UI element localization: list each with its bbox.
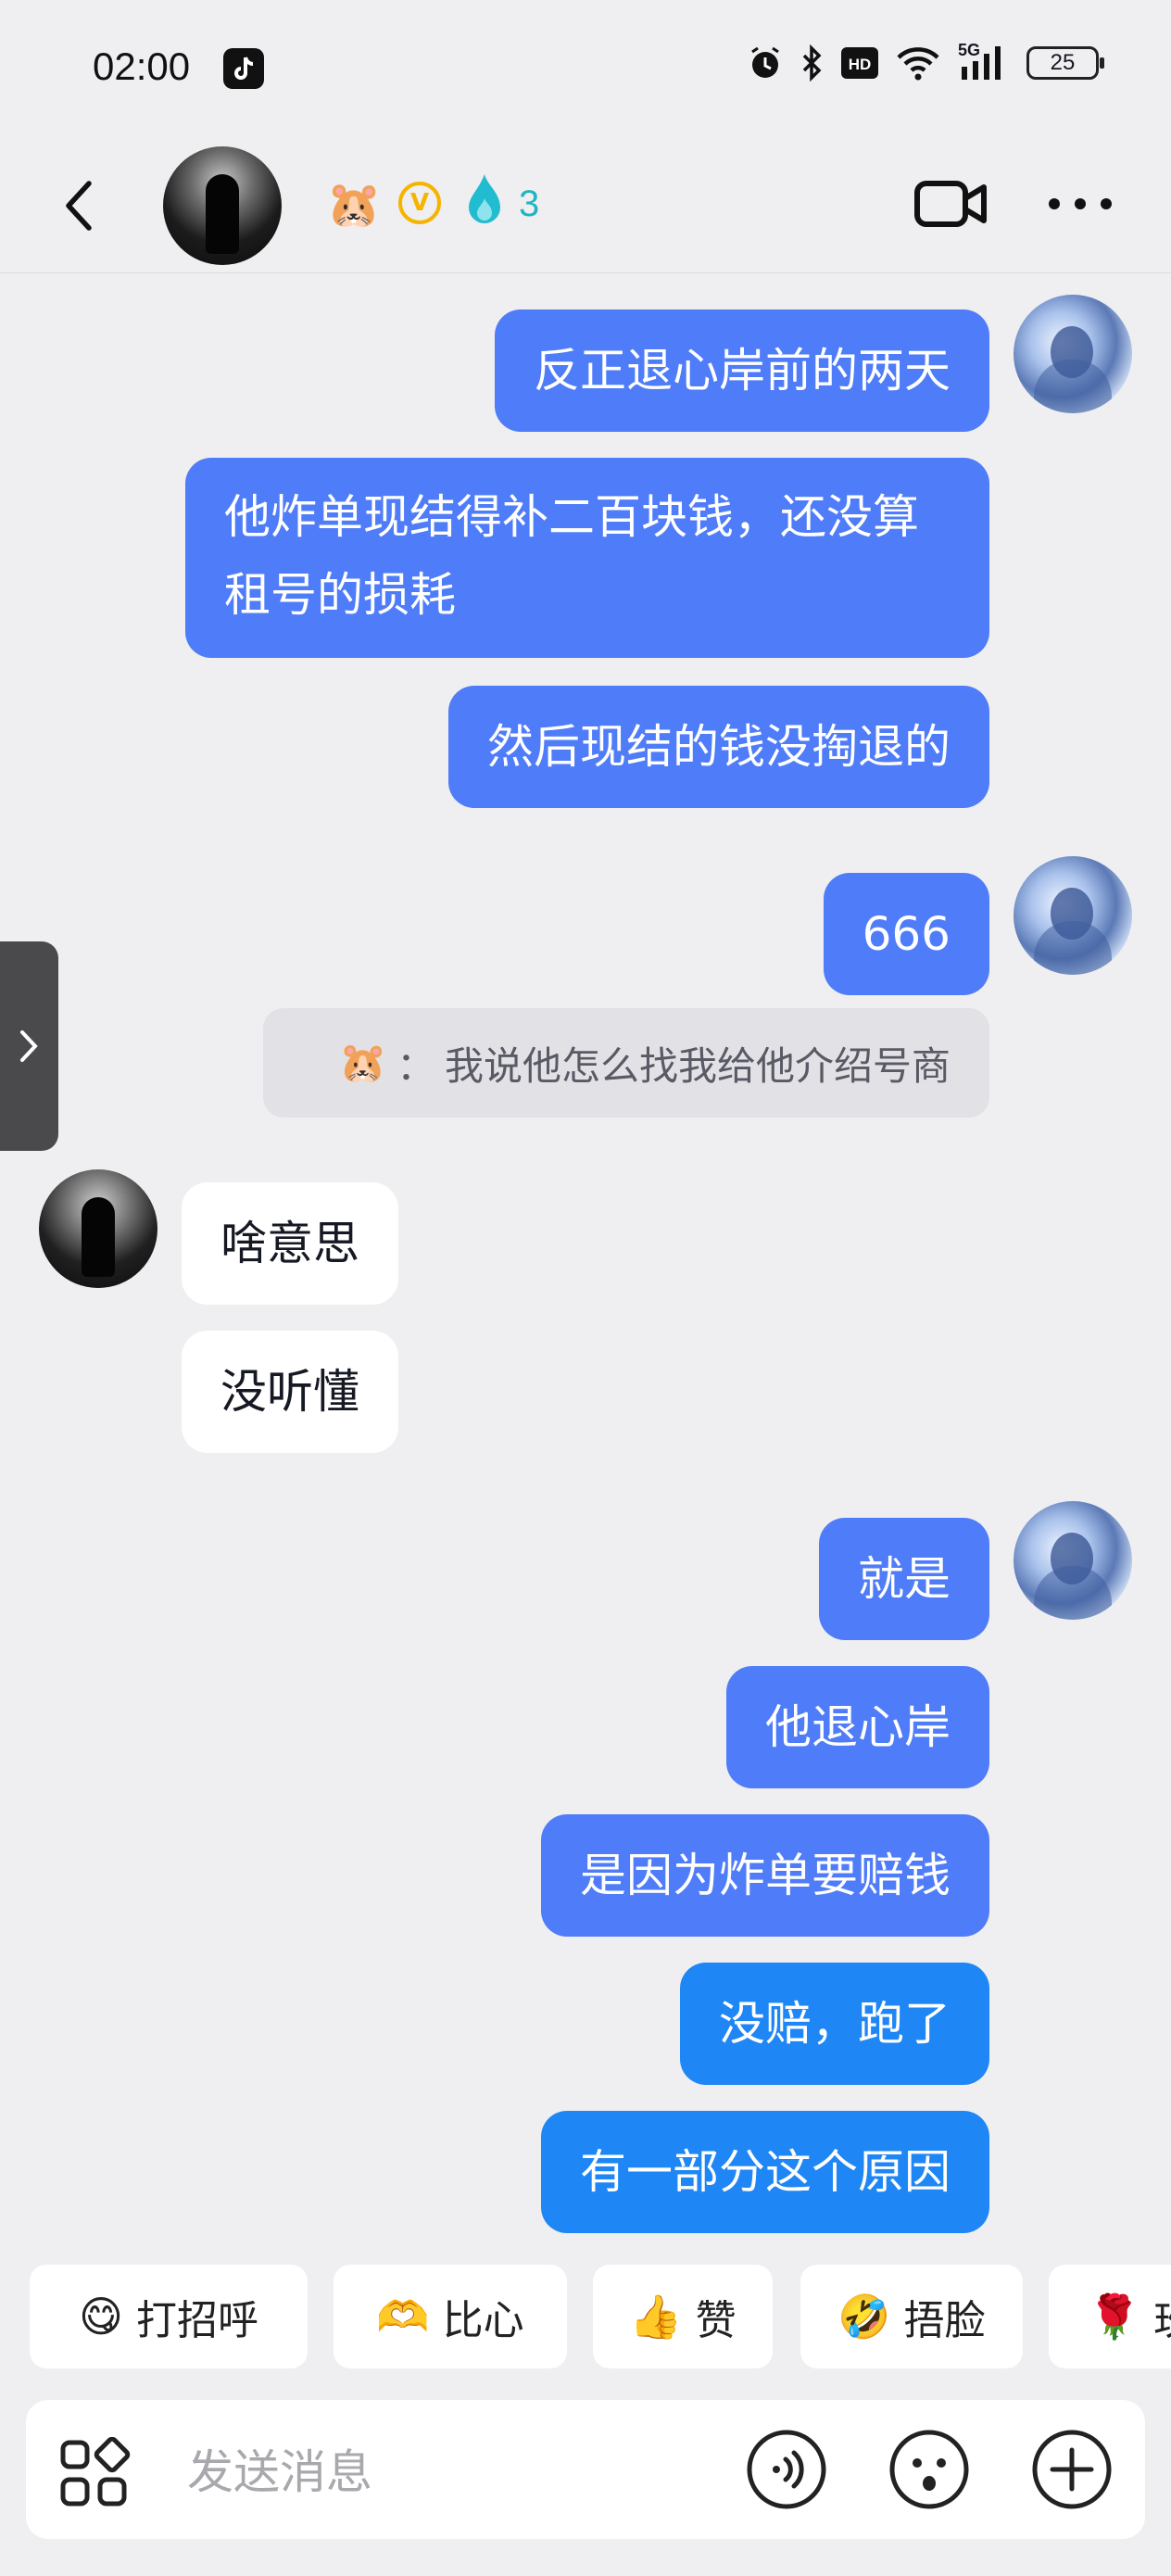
svg-text:HD: HD [849,56,872,73]
rofl-emoji-icon: 🤣 [837,2291,891,2342]
quick-reply-label: 玫瑰 [1153,2287,1171,2346]
quote-avatar-emoji: 🐹 [338,1040,387,1085]
message-bubble-outgoing[interactable]: 然后现结的钱没掏退的 [448,686,989,808]
quote-text: 我说他怎么找我给他介绍号商 [444,1042,951,1089]
quick-reply-bar: 😋 打招呼 🫶 比心 👍 赞 🤣 捂脸 🌹 玫瑰 [30,2265,1171,2368]
rose-emoji-icon: 🌹 [1088,2291,1141,2342]
contact-message-avatar[interactable] [39,1169,157,1288]
message-input-bar [26,2400,1145,2539]
chevron-right-icon [19,1030,38,1062]
hamster-badge-icon: 🐹 [326,179,382,231]
heart-hands-emoji-icon: 🫶 [376,2291,430,2342]
alarm-icon [751,46,779,78]
message-bubble-incoming[interactable]: 啥意思 [182,1182,398,1305]
quick-reply-label: 比心 [442,2297,524,2344]
video-call-icon[interactable] [913,174,989,234]
message-bubble-outgoing[interactable]: 666 [823,873,989,995]
signal-icon: 5G [958,41,1010,82]
message-bubble-incoming[interactable]: 没听懂 [182,1331,398,1453]
message-input[interactable] [185,2437,708,2507]
quick-reply-greet[interactable]: 😋 打招呼 [30,2265,308,2368]
side-drawer-tab[interactable] [0,941,58,1151]
status-icons: HD 5G 25 [747,41,1104,82]
verified-badge-icon: V [398,182,441,224]
my-avatar[interactable] [1014,1501,1132,1620]
spark-count: 3 [519,183,540,224]
message-bubble-outgoing[interactable]: 就是 [819,1518,989,1640]
quick-reply-facepalm[interactable]: 🤣 捂脸 [800,2265,1023,2368]
quote-separator: ： [396,1042,435,1089]
emoji-icon[interactable] [888,2428,971,2511]
status-bar: 02:00 HD 5G 25 [0,0,1171,139]
message-bubble-outgoing[interactable]: 没赔，跑了 [680,1963,989,2085]
quick-reply-label: 捂脸 [903,2297,986,2344]
quick-reply-like[interactable]: 👍 赞 [593,2265,773,2368]
voice-input-icon[interactable] [745,2428,828,2511]
message-bubble-outgoing[interactable]: 他炸单现结得补二百块钱，还没算租号的损耗 [185,458,989,658]
battery-indicator: 25 [1026,46,1104,80]
my-avatar[interactable] [1014,856,1132,975]
back-arrow-icon[interactable] [56,172,100,239]
wifi-icon [897,47,939,81]
thumbs-up-emoji-icon: 👍 [629,2291,683,2342]
my-avatar[interactable] [1014,295,1132,413]
message-bubble-outgoing[interactable]: 有一部分这个原因 [541,2111,989,2233]
battery-level: 25 [1050,50,1076,75]
chat-header: 🐹 V 3 [0,139,1171,273]
greet-emoji-icon: 😋 [79,2292,123,2342]
quick-reply-heart[interactable]: 🫶 比心 [334,2265,567,2368]
quick-reply-label: 赞 [695,2297,737,2344]
message-bubble-outgoing[interactable]: 反正退心岸前的两天 [495,309,989,432]
quoted-message[interactable]: 🐹 ： 我说他怎么找我给他介绍号商 [263,1008,989,1118]
bluetooth-icon [802,44,822,82]
hd-icon: HD [841,47,878,79]
quick-reply-label: 打招呼 [135,2297,258,2344]
tiktok-notification-icon [223,48,264,89]
spark-flame-icon [469,174,500,223]
quick-reply-rose[interactable]: 🌹 玫瑰 [1049,2265,1171,2368]
message-bubble-outgoing[interactable]: 他退心岸 [726,1666,989,1788]
message-bubble-outgoing[interactable]: 是因为炸单要赔钱 [541,1814,989,1937]
contact-avatar[interactable] [163,146,282,265]
apps-grid-icon[interactable] [59,2437,132,2509]
more-options-icon[interactable] [1043,185,1117,222]
status-time: 02:00 [93,44,191,88]
plus-icon[interactable] [1030,2428,1114,2511]
